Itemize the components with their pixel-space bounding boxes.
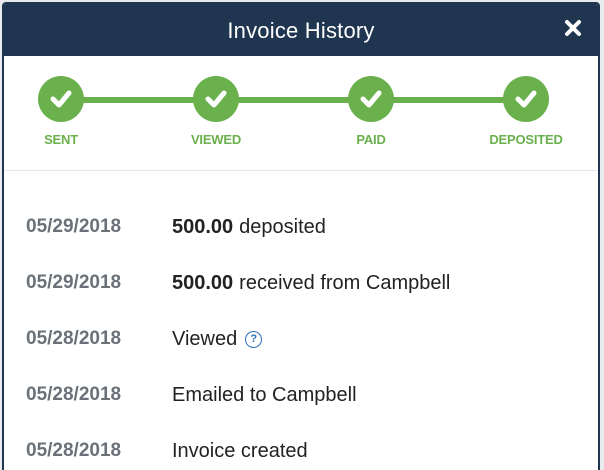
history-date: 05/28/2018 [26, 328, 122, 349]
history-date: 05/28/2018 [26, 384, 122, 405]
history-description: Viewed ? [172, 327, 263, 351]
invoice-history-dialog: Invoice History SENT VIEWED PAID DEPOSIT… [2, 2, 600, 470]
check-icon [360, 90, 382, 108]
close-icon [565, 20, 581, 36]
history-description: Emailed to Campbell [172, 384, 357, 407]
history-amount: 500.00 [172, 215, 234, 238]
history-list: 05/29/2018 500.00 deposited 05/29/2018 5… [4, 171, 598, 470]
step-label: SENT [44, 132, 78, 147]
history-date: 05/29/2018 [26, 216, 122, 237]
help-icon[interactable]: ? [245, 330, 263, 348]
history-text: deposited [239, 215, 326, 238]
history-description: Invoice created [172, 440, 308, 463]
history-text: received from Campbell [239, 271, 451, 294]
history-row: 05/29/2018 500.00 deposited [4, 199, 598, 255]
history-row: 05/28/2018 Invoice created [4, 423, 598, 470]
check-icon [205, 90, 227, 108]
step-label: VIEWED [190, 132, 242, 147]
page: Invoice History SENT VIEWED PAID DEPOSIT… [0, 0, 604, 470]
history-amount: 500.00 [172, 271, 234, 294]
history-description: 500.00 deposited [172, 216, 326, 239]
history-row: 05/28/2018 Viewed ? [4, 311, 598, 367]
history-row: 05/29/2018 500.00 received from Campbell [4, 255, 598, 311]
step-paid: PAID [316, 76, 426, 147]
step-deposited: DEPOSITED [471, 76, 581, 147]
status-tracker: SENT VIEWED PAID DEPOSITED [4, 56, 598, 171]
step-dot [503, 76, 549, 122]
dialog-titlebar: Invoice History [4, 4, 598, 56]
progress-line [61, 97, 527, 103]
history-date: 05/29/2018 [26, 272, 122, 293]
step-dot [38, 76, 84, 122]
step-sent: SENT [6, 76, 116, 147]
history-text: Invoice created [172, 439, 308, 462]
step-label: DEPOSITED [489, 132, 563, 147]
dialog-title: Invoice History [227, 18, 375, 43]
history-row: 05/28/2018 Emailed to Campbell [4, 367, 598, 423]
history-description: 500.00 received from Campbell [172, 272, 450, 295]
history-text: Viewed [172, 327, 238, 350]
history-text: Emailed to Campbell [172, 383, 357, 406]
history-date: 05/28/2018 [26, 440, 122, 461]
check-icon [515, 90, 537, 108]
step-label: PAID [356, 132, 386, 147]
step-dot [348, 76, 394, 122]
check-icon [50, 90, 72, 108]
close-button[interactable] [560, 15, 586, 41]
step-viewed: VIEWED [161, 76, 271, 147]
step-dot [193, 76, 239, 122]
